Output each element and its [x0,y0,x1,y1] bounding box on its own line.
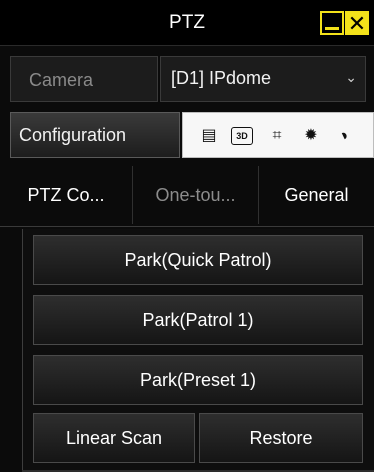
chevron-down-icon: ⌄ [345,69,357,85]
configuration-button[interactable]: Configuration [10,112,180,158]
frame-icon[interactable]: ⌗ [267,126,287,146]
ptz-toolbar: ▤ 3D ⌗ ✹ ◗ [182,112,374,158]
close-icon: ✕ [347,11,367,36]
tab-bar: PTZ Co... One-tou... General [0,166,374,224]
tab-general[interactable]: General [258,166,374,224]
camera-row: Camera [D1] IPdome ⌄ [10,56,366,102]
camera-label: Camera [10,56,158,102]
tab-divider [0,226,374,227]
tab-ptz-control[interactable]: PTZ Co... [0,166,132,224]
camera-selected-value: [D1] IPdome [171,68,272,88]
camera-select[interactable]: [D1] IPdome ⌄ [160,56,366,102]
document-icon[interactable]: ▤ [199,126,219,146]
3d-icon[interactable]: 3D [231,127,253,145]
tab-one-touch[interactable]: One-tou... [132,166,258,224]
park-preset-1-button[interactable]: Park(Preset 1) [33,355,363,405]
wiper-icon[interactable]: ◗ [332,123,359,150]
minimize-icon [325,27,339,30]
close-button[interactable]: ✕ [345,11,369,36]
linear-scan-button[interactable]: Linear Scan [33,413,195,463]
minimize-button[interactable] [320,11,344,35]
light-icon[interactable]: ✹ [301,126,321,146]
window-title: PTZ [169,12,205,33]
configuration-row: Configuration ▤ 3D ⌗ ✹ ◗ [10,112,374,158]
restore-button[interactable]: Restore [199,413,363,463]
title-bar: PTZ ✕ [0,0,374,46]
park-quick-patrol-button[interactable]: Park(Quick Patrol) [33,235,363,285]
park-patrol-1-button[interactable]: Park(Patrol 1) [33,295,363,345]
